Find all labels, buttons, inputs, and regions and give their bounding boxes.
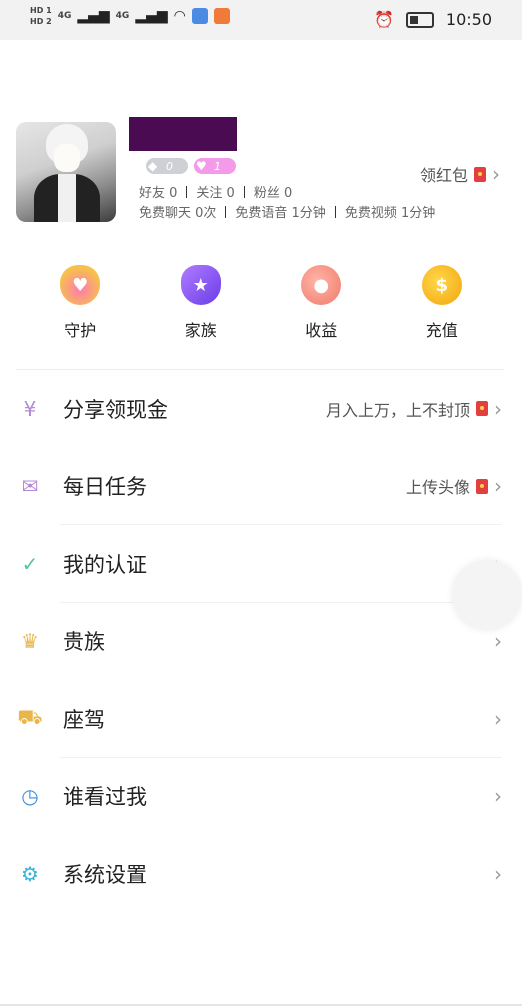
free-voice: 免费语音 1分钟 [235,206,326,221]
free-chat: 免费聊天 0次 [139,206,217,221]
quick-action-label: 充值 [425,321,458,340]
menu-item-hint: 月入上万，上不封顶 [325,400,470,420]
piggy-bank-icon: ● [301,265,342,305]
chevron-right-icon: › [494,474,502,499]
network-1-label: 4G [57,11,72,21]
red-envelope-icon [476,401,488,417]
quick-action-label: 守护 [64,321,97,340]
heart-icon: ♥ [196,159,207,173]
guard-heart-icon: ♥ [60,265,101,305]
free-video: 免费视频 1分钟 [344,206,436,221]
coin-icon: $ [421,265,462,305]
money-bag-icon: ¥ [23,396,37,421]
settings-gear-icon: ⚙ [21,861,39,886]
menu-item-noble[interactable]: ♛ 贵族 › [0,603,522,681]
free-quota: 免费聊天 0次 免费语音 1分钟 免费视频 1分钟 [139,202,435,221]
menu-item-visitors[interactable]: ◷ 谁看过我 › [0,758,522,836]
menu-item-label: 我的认证 [63,552,147,577]
visitor-icon: ◷ [21,784,39,809]
quick-action-family[interactable]: ★ 家族 [156,265,246,345]
hd2-label: HD 2 [30,17,52,26]
app-notification-icon [191,8,208,24]
menu-item-label: 分享领现金 [63,397,168,422]
sim-indicator: HD 1 HD 2 [30,6,52,26]
diamond-icon: ◆ [148,159,158,173]
menu-item-hint: 上传头像 [405,478,470,498]
menu-item-verification[interactable]: ✓ 我的认证 › [0,525,522,603]
status-bar: HD 1 HD 2 4G ▂▄▆ 4G ▂▄▆ ◠ ⏰ 10:50 [0,0,522,40]
social-stats: 好友 0 关注 0 粉丝 0 [139,182,292,201]
redpack-button[interactable]: 领红包 › [420,162,500,186]
menu-item-label: 谁看过我 [63,785,147,810]
heart-level-badge: ♥ 1 [194,158,236,174]
clock: 10:50 [445,10,492,29]
redpack-label: 领红包 [419,166,468,185]
menu-item-label: 系统设置 [63,862,147,887]
family-shield-icon: ★ [180,265,221,305]
quick-action-guard[interactable]: ♥ 守护 [35,265,125,345]
verified-badge-icon: ✓ [21,551,39,576]
menu-item-settings[interactable]: ⚙ 系统设置 › [0,835,522,913]
chevron-right-icon: › [494,629,502,654]
chevron-right-icon: › [494,784,502,809]
avatar[interactable] [16,122,116,222]
hd1-label: HD 1 [30,6,52,15]
chevron-right-icon: › [492,162,500,186]
battery-icon [405,11,434,28]
menu-list: ¥ 分享领现金 月入上万，上不封顶 › ✉ 每日任务 上传头像 › ✓ 我的认证… [0,370,522,913]
wifi-icon: ◠ [173,8,186,24]
username-redacted [129,117,237,151]
menu-item-vehicle[interactable]: ⛟ 座驾 › [0,680,522,758]
chevron-right-icon: › [494,396,502,421]
fans-count[interactable]: 粉丝 0 [254,182,292,201]
network-2-label: 4G [115,11,130,21]
friends-count[interactable]: 好友 0 [139,182,177,201]
menu-item-label: 座驾 [63,707,105,732]
signal-icon: ▂▄▆ [77,8,110,24]
menu-item-label: 每日任务 [63,475,147,500]
diamond-level-badge: ◆ 0 [146,158,188,174]
heart-level-value: 1 [214,159,221,173]
task-envelope-icon: ✉ [21,474,39,499]
menu-item-label: 贵族 [63,630,105,655]
diamond-level-value: 0 [166,159,173,173]
menu-item-share-cash[interactable]: ¥ 分享领现金 月入上万，上不封顶 › [0,370,522,448]
car-icon: ⛟ [17,705,43,730]
quick-action-label: 收益 [305,321,338,340]
crown-icon: ♛ [21,629,39,654]
signal-icon-2: ▂▄▆ [135,8,168,24]
quick-action-income[interactable]: ● 收益 [276,265,366,345]
red-envelope-icon [476,478,488,494]
menu-item-daily-task[interactable]: ✉ 每日任务 上传头像 › [0,448,522,525]
alarm-icon: ⏰ [373,10,394,29]
quick-action-label: 家族 [184,321,217,340]
red-envelope-icon [474,166,486,182]
floating-assist-ball[interactable] [452,560,522,630]
level-badges: ◆ 0 ♥ 1 [146,158,236,174]
follow-count[interactable]: 关注 0 [196,182,234,201]
quick-action-recharge[interactable]: $ 充值 [397,265,487,345]
app-notification-icon-2 [213,8,230,24]
quick-actions: ♥ 守护 ★ 家族 ● 收益 $ 充值 [20,265,502,345]
chevron-right-icon: › [494,861,502,886]
chevron-right-icon: › [494,706,502,731]
profile-header[interactable]: ◆ 0 ♥ 1 好友 0 关注 0 粉丝 0 免费聊天 0次 免费语音 1分钟 … [16,117,506,224]
